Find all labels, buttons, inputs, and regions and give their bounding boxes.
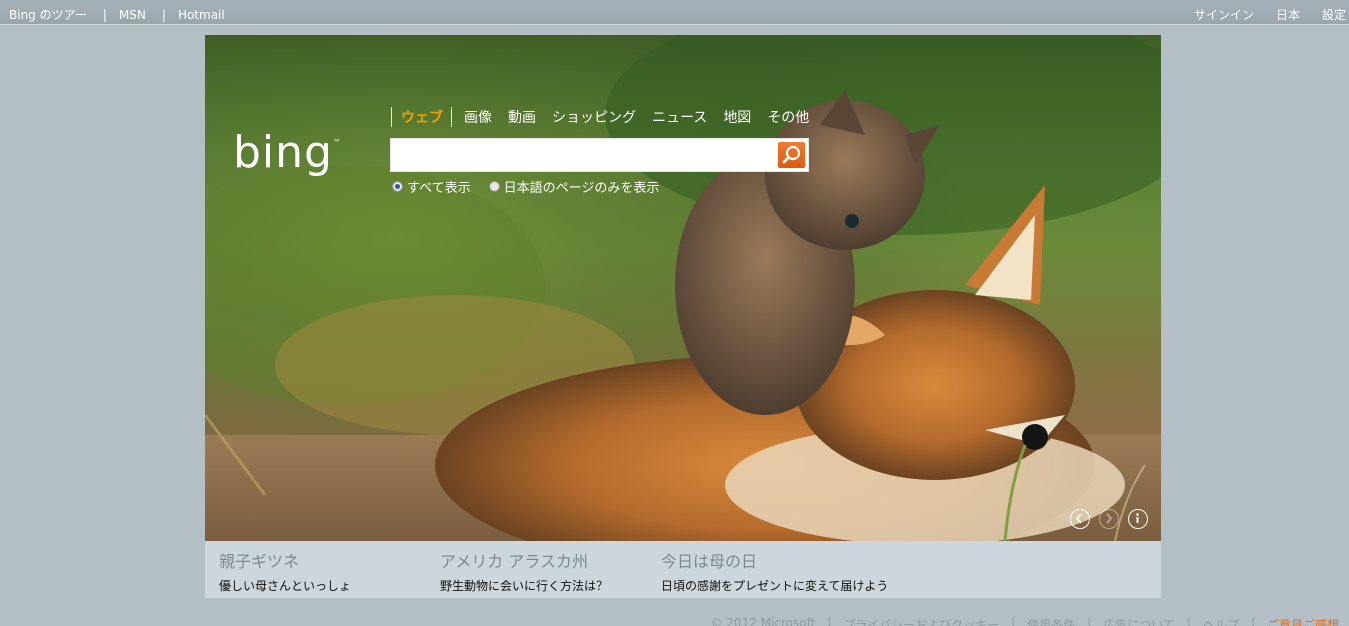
hero-image: bing™ ウェブ 画像 動画 ショッピング ニュース 地図 その他 すべて表示… bbox=[205, 35, 1161, 541]
radio-dot[interactable] bbox=[488, 181, 500, 192]
sign-in-link[interactable]: サインイン bbox=[1194, 6, 1254, 23]
separator: | bbox=[102, 7, 107, 22]
tab-images[interactable]: 画像 bbox=[464, 107, 492, 127]
search-box bbox=[390, 138, 809, 172]
radio-all[interactable]: すべて表示 bbox=[392, 177, 471, 196]
top-bar-left: Bing のツアー | MSN | Hotmail bbox=[9, 6, 225, 23]
terms-link[interactable]: 使用条件 bbox=[1027, 616, 1075, 626]
top-bar-right: サインイン 日本 設定 bbox=[1194, 6, 1349, 23]
logo-text: bing bbox=[233, 127, 333, 178]
tab-web[interactable]: ウェブ bbox=[401, 107, 443, 127]
search-input[interactable] bbox=[391, 139, 775, 171]
feedback-link[interactable]: ご意見ご感想 bbox=[1267, 616, 1339, 626]
caption-2[interactable]: アメリカ アラスカ州 野生動物に会いに行く方法は？ bbox=[440, 548, 608, 594]
separator: | bbox=[827, 616, 832, 626]
hotmail-link[interactable]: Hotmail bbox=[178, 8, 225, 22]
caption-subtitle[interactable]: 日頃の感謝をプレゼントに変えて届けよう bbox=[661, 577, 888, 594]
next-button[interactable] bbox=[1099, 509, 1119, 529]
top-bar: Bing のツアー | MSN | Hotmail サインイン 日本 設定 bbox=[0, 0, 1349, 25]
search-button[interactable] bbox=[778, 142, 805, 168]
bing-tour-link[interactable]: Bing のツアー bbox=[9, 6, 87, 23]
hero-captions: 親子ギツネ 優しい母さんといっしょ アメリカ アラスカ州 野生動物に会いに行く方… bbox=[205, 541, 1161, 598]
search-nav: ウェブ 画像 動画 ショッピング ニュース 地図 その他 bbox=[391, 107, 817, 127]
caption-subtitle[interactable]: 優しい母さんといっしょ bbox=[219, 577, 351, 594]
tab-news[interactable]: ニュース bbox=[652, 107, 707, 127]
settings-link[interactable]: 設定 bbox=[1322, 6, 1349, 23]
help-link[interactable]: ヘルプ bbox=[1203, 616, 1239, 626]
copyright: © 2012 Microsoft bbox=[710, 616, 816, 626]
caption-subtitle[interactable]: 野生動物に会いに行く方法は？ bbox=[440, 577, 608, 594]
tab-maps[interactable]: 地図 bbox=[723, 107, 751, 127]
separator: | bbox=[1011, 616, 1016, 626]
previous-button[interactable] bbox=[1070, 509, 1090, 529]
caption-1[interactable]: 親子ギツネ 優しい母さんといっしょ bbox=[219, 548, 351, 594]
radio-japanese-label: 日本語のページのみを表示 bbox=[503, 181, 660, 196]
nav-divider bbox=[391, 107, 392, 127]
info-button[interactable] bbox=[1128, 509, 1148, 529]
separator: | bbox=[161, 7, 166, 22]
caption-3[interactable]: 今日は母の日 日頃の感謝をプレゼントに変えて届けよう bbox=[661, 548, 888, 594]
nav-divider bbox=[451, 107, 452, 127]
search-icon bbox=[782, 145, 801, 164]
region-link[interactable]: 日本 bbox=[1276, 6, 1300, 23]
separator: | bbox=[1250, 616, 1255, 626]
logo-tm: ™ bbox=[332, 138, 342, 147]
radio-japanese-only[interactable]: 日本語のページのみを表示 bbox=[488, 177, 660, 196]
separator: | bbox=[1186, 616, 1191, 626]
caption-title[interactable]: アメリカ アラスカ州 bbox=[440, 548, 608, 572]
footer: © 2012 Microsoft | プライバシーおよびクッキー | 使用条件 … bbox=[711, 616, 1339, 626]
bing-logo[interactable]: bing™ bbox=[233, 131, 342, 175]
advertise-link[interactable]: 広告について bbox=[1103, 616, 1175, 626]
caption-title[interactable]: 親子ギツネ bbox=[219, 548, 351, 572]
radio-all-label: すべて表示 bbox=[407, 181, 471, 196]
privacy-link[interactable]: プライバシーおよびクッキー bbox=[843, 616, 999, 626]
radio-dot-checked[interactable] bbox=[392, 181, 403, 192]
separator: | bbox=[1087, 616, 1092, 626]
caption-title[interactable]: 今日は母の日 bbox=[661, 548, 888, 572]
info-icon bbox=[1136, 513, 1139, 523]
tab-videos[interactable]: 動画 bbox=[508, 107, 536, 127]
msn-link[interactable]: MSN bbox=[119, 8, 146, 22]
previous-icon bbox=[1075, 513, 1082, 524]
language-options: すべて表示 日本語のページのみを表示 bbox=[392, 177, 677, 196]
next-icon bbox=[1106, 513, 1113, 524]
tab-shopping[interactable]: ショッピング bbox=[552, 107, 636, 127]
tab-more[interactable]: その他 bbox=[767, 107, 809, 127]
